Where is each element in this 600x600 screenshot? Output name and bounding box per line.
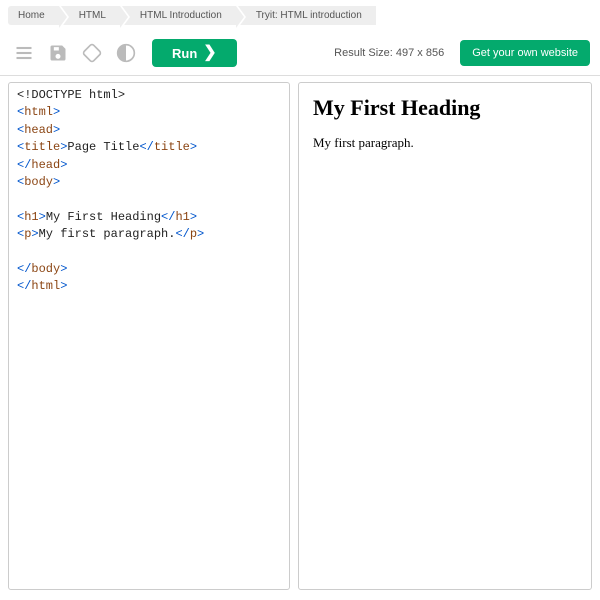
code-token: title	[24, 140, 60, 154]
code-token: head	[31, 158, 60, 172]
code-token: >	[39, 210, 46, 224]
code-token: p	[190, 227, 197, 241]
code-token: </	[161, 210, 175, 224]
theme-icon[interactable]	[112, 39, 140, 67]
code-token: head	[24, 123, 53, 137]
code-token: </	[139, 140, 153, 154]
breadcrumb-home[interactable]: Home	[8, 6, 59, 25]
code-token: >	[60, 262, 67, 276]
code-line: <!DOCTYPE html>	[17, 88, 125, 102]
code-token: body	[31, 262, 60, 276]
code-token: h1	[175, 210, 189, 224]
save-icon[interactable]	[44, 39, 72, 67]
run-label: Run	[172, 46, 197, 61]
preview-heading: My First Heading	[313, 95, 577, 121]
code-token: </	[175, 227, 189, 241]
code-token: >	[53, 105, 60, 119]
orientation-icon[interactable]	[78, 39, 106, 67]
code-token: </	[17, 279, 31, 293]
code-token: My First Heading	[46, 210, 161, 224]
toolbar: Run ❯ Result Size: 497 x 856 Get your ow…	[0, 35, 600, 76]
result-preview: My First Heading My first paragraph.	[298, 82, 592, 590]
code-token: >	[190, 210, 197, 224]
get-website-button[interactable]: Get your own website	[460, 40, 590, 66]
breadcrumb-html[interactable]: HTML	[61, 6, 120, 25]
code-token: </	[17, 262, 31, 276]
workspace: <!DOCTYPE html> <html> <head> <title>Pag…	[0, 76, 600, 596]
code-token: title	[154, 140, 190, 154]
code-token: >	[53, 175, 60, 189]
menu-icon[interactable]	[10, 39, 38, 67]
code-token: >	[60, 158, 67, 172]
code-token: html	[31, 279, 60, 293]
code-token: >	[31, 227, 38, 241]
code-token: </	[17, 158, 31, 172]
preview-paragraph: My first paragraph.	[313, 135, 577, 151]
breadcrumb-current: Tryit: HTML introduction	[238, 6, 376, 25]
code-token: >	[60, 279, 67, 293]
result-size-label: Result Size: 497 x 856	[334, 47, 444, 59]
code-token: body	[24, 175, 53, 189]
breadcrumb: Home HTML HTML Introduction Tryit: HTML …	[0, 0, 600, 35]
code-editor[interactable]: <!DOCTYPE html> <html> <head> <title>Pag…	[8, 82, 290, 590]
code-token: h1	[24, 210, 38, 224]
breadcrumb-html-intro[interactable]: HTML Introduction	[122, 6, 236, 25]
code-token: My first paragraph.	[39, 227, 176, 241]
chevron-right-icon: ❯	[203, 45, 216, 61]
code-token: Page Title	[67, 140, 139, 154]
code-token: >	[190, 140, 197, 154]
code-token: html	[24, 105, 53, 119]
run-button[interactable]: Run ❯	[152, 39, 237, 67]
code-token: >	[197, 227, 204, 241]
code-token: >	[53, 123, 60, 137]
